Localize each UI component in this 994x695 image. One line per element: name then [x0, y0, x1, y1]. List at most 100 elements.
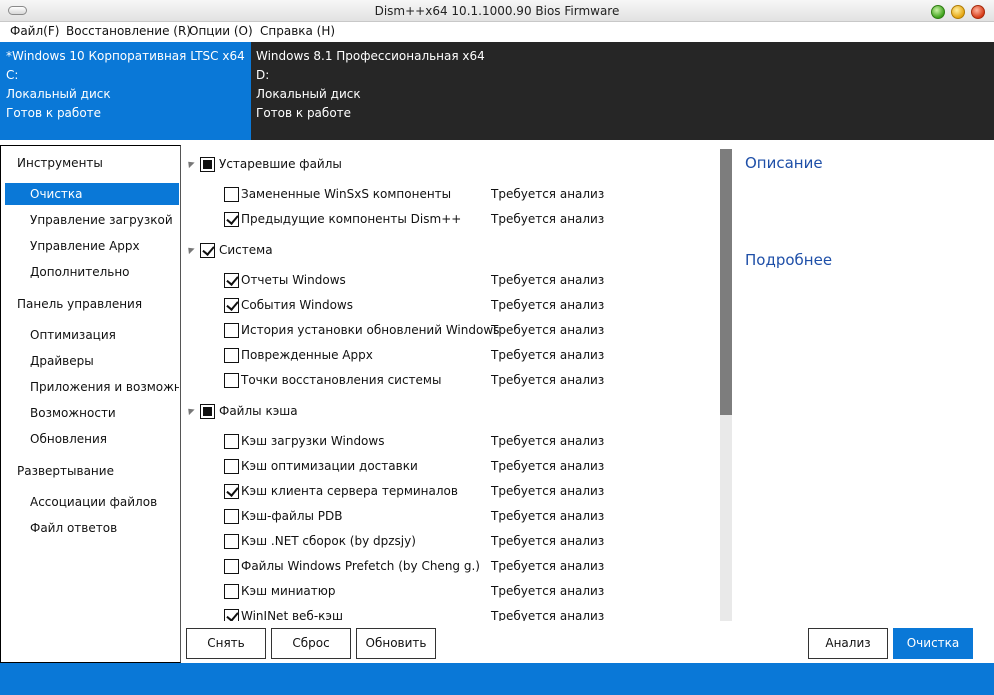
sidebar-item-advanced[interactable]: Дополнительно	[5, 261, 179, 283]
item-status: Требуется анализ	[491, 509, 605, 523]
clear-selection-button[interactable]: Снять	[186, 628, 266, 659]
group-label: Система	[219, 243, 273, 257]
item-checkbox[interactable]	[224, 559, 239, 574]
item-checkbox[interactable]	[224, 373, 239, 388]
item-label: Предыдущие компоненты Dism++	[241, 212, 462, 226]
nav-section-control-panel: Панель управления	[17, 297, 143, 311]
item-checkbox[interactable]	[224, 187, 239, 202]
menu-options[interactable]: Опции (O)	[189, 24, 253, 38]
item-checkbox[interactable]	[224, 609, 239, 621]
description-title: Описание	[745, 154, 823, 172]
item-status: Требуется анализ	[491, 187, 605, 201]
nav-section-tools: Инструменты	[17, 156, 103, 170]
os-panel-windows10[interactable]: *Windows 10 Корпоративная LTSC x64 C: Ло…	[0, 42, 251, 140]
item-status: Требуется анализ	[491, 298, 605, 312]
item-status: Требуется анализ	[491, 534, 605, 548]
os-name: *Windows 10 Корпоративная LTSC x64	[6, 49, 245, 63]
nav-section-deployment: Развертывание	[17, 464, 114, 478]
refresh-button[interactable]: Обновить	[356, 628, 436, 659]
item-status: Требуется анализ	[491, 484, 605, 498]
menu-recovery[interactable]: Восстановление (R)	[66, 24, 191, 38]
cleanup-panel: Устаревшие файлы Замененные WinSxS компо…	[181, 145, 994, 663]
item-label: Точки восстановления системы	[241, 373, 442, 387]
item-checkbox[interactable]	[224, 459, 239, 474]
item-checkbox[interactable]	[224, 484, 239, 499]
item-status: Требуется анализ	[491, 584, 605, 598]
sidebar-item-cleanup[interactable]: Очистка	[5, 183, 179, 205]
item-label: События Windows	[241, 298, 353, 312]
collapse-arrow-icon[interactable]	[185, 405, 195, 416]
group-checkbox-obsolete-files[interactable]	[200, 157, 215, 172]
item-label: История установки обновлений Windows	[241, 323, 500, 337]
sidebar-item-appx-management[interactable]: Управление Appx	[5, 235, 179, 257]
item-status: Требуется анализ	[491, 212, 605, 226]
os-disk-type: Локальный диск	[256, 87, 361, 101]
item-label: Отчеты Windows	[241, 273, 346, 287]
os-name: Windows 8.1 Профессиональная x64	[256, 49, 485, 63]
sidebar-item-updates[interactable]: Обновления	[5, 428, 179, 450]
os-disk-type: Локальный диск	[6, 87, 111, 101]
sidebar-item-features[interactable]: Возможности	[5, 402, 179, 424]
item-status: Требуется анализ	[491, 373, 605, 387]
item-status: Требуется анализ	[491, 348, 605, 362]
os-drive: D:	[256, 68, 270, 82]
item-status: Требуется анализ	[491, 459, 605, 473]
collapse-arrow-icon[interactable]	[185, 158, 195, 169]
menu-file[interactable]: Файл(F)	[10, 24, 59, 38]
item-label: Кэш загрузки Windows	[241, 434, 385, 448]
group-label: Файлы кэша	[219, 404, 298, 418]
os-drive: C:	[6, 68, 19, 82]
status-bar	[0, 663, 994, 695]
item-status: Требуется анализ	[491, 559, 605, 573]
analyze-button[interactable]: Анализ	[808, 628, 888, 659]
details-link[interactable]: Подробнее	[745, 251, 832, 269]
item-label: Кэш миниатюр	[241, 584, 336, 598]
reset-button[interactable]: Сброс	[271, 628, 351, 659]
sidebar: Инструменты Очистка Управление загрузкой…	[0, 145, 181, 663]
menu-help[interactable]: Справка (H)	[260, 24, 335, 38]
os-status: Готов к работе	[6, 106, 102, 120]
close-button[interactable]	[971, 5, 985, 19]
item-label: Кэш-файлы PDB	[241, 509, 343, 523]
title-bar: Dism++x64 10.1.1000.90 Bios Firmware	[0, 0, 994, 22]
group-checkbox-system[interactable]	[200, 243, 215, 258]
sidebar-item-answer-file[interactable]: Файл ответов	[5, 517, 179, 539]
clean-button[interactable]: Очистка	[893, 628, 973, 659]
item-checkbox[interactable]	[224, 323, 239, 338]
list-scrollbar-thumb[interactable]	[720, 149, 732, 415]
item-checkbox[interactable]	[224, 509, 239, 524]
item-status: Требуется анализ	[491, 434, 605, 448]
item-label: Поврежденные Appx	[241, 348, 373, 362]
group-label: Устаревшие файлы	[219, 157, 342, 171]
item-checkbox[interactable]	[224, 534, 239, 549]
item-label: Кэш оптимизации доставки	[241, 459, 418, 473]
maximize-button[interactable]	[951, 5, 965, 19]
item-checkbox[interactable]	[224, 298, 239, 313]
item-checkbox[interactable]	[224, 348, 239, 363]
item-status: Требуется анализ	[491, 609, 605, 621]
os-status: Готов к работе	[256, 106, 352, 120]
item-label: Файлы Windows Prefetch (by Cheng g.)	[241, 559, 480, 573]
sidebar-item-drivers[interactable]: Драйверы	[5, 350, 179, 372]
sidebar-item-file-associations[interactable]: Ассоциации файлов	[5, 491, 179, 513]
minimize-button[interactable]	[931, 5, 945, 19]
collapse-arrow-icon[interactable]	[185, 244, 195, 255]
item-label: WinINet веб-кэш	[241, 609, 343, 621]
group-checkbox-cache-files[interactable]	[200, 404, 215, 419]
sidebar-item-boot-management[interactable]: Управление загрузкой	[5, 209, 179, 231]
sidebar-item-apps-features[interactable]: Приложения и возможнос	[5, 376, 179, 398]
item-checkbox[interactable]	[224, 212, 239, 227]
item-label: Кэш клиента сервера терминалов	[241, 484, 458, 498]
item-label: Кэш .NET сборок (by dpzsjy)	[241, 534, 416, 548]
os-panel-windows81[interactable]: Windows 8.1 Профессиональная x64 D: Лока…	[251, 42, 994, 140]
item-status: Требуется анализ	[491, 273, 605, 287]
item-status: Требуется анализ	[491, 323, 605, 337]
item-checkbox[interactable]	[224, 273, 239, 288]
item-checkbox[interactable]	[224, 434, 239, 449]
sidebar-item-optimization[interactable]: Оптимизация	[5, 324, 179, 346]
item-checkbox[interactable]	[224, 584, 239, 599]
list-clip: WinINet веб-кэш Требуется анализ	[181, 607, 720, 621]
item-label: Замененные WinSxS компоненты	[241, 187, 452, 201]
window-title: Dism++x64 10.1.1000.90 Bios Firmware	[374, 4, 620, 18]
menu-bar: Файл(F) Восстановление (R) Опции (O) Спр…	[0, 22, 994, 42]
